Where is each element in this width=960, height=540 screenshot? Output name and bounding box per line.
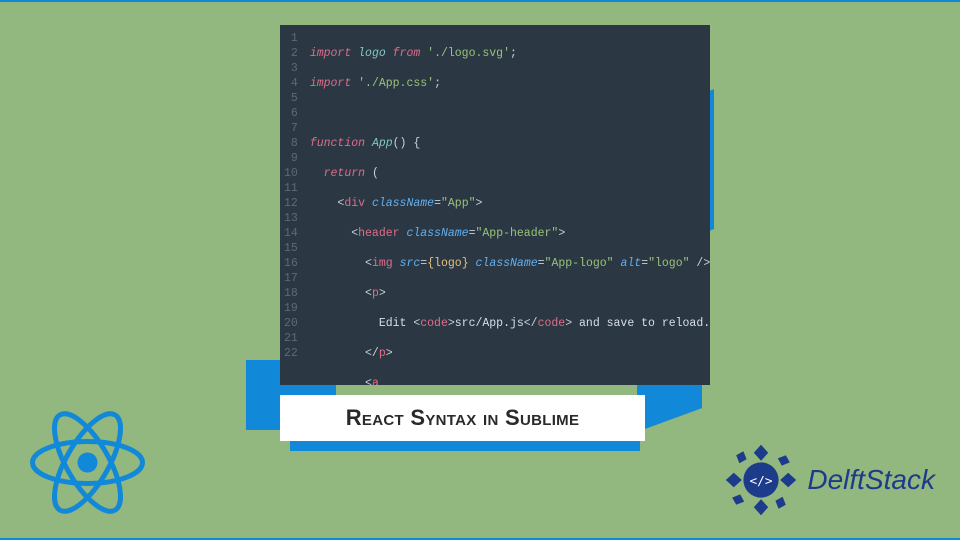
line-number: 21 [284,331,298,346]
line-number: 1 [284,31,298,46]
line-number: 7 [284,121,298,136]
top-border [0,0,960,2]
code-editor: 1 2 3 4 5 6 7 8 9 10 11 12 13 14 15 16 1… [280,25,710,385]
line-number: 9 [284,151,298,166]
line-number: 13 [284,211,298,226]
line-number: 2 [284,46,298,61]
brand-text: DelftStack [807,464,935,496]
line-number: 15 [284,241,298,256]
page-title: React Syntax in Sublime [280,395,645,441]
line-number: 3 [284,61,298,76]
line-number-gutter: 1 2 3 4 5 6 7 8 9 10 11 12 13 14 15 16 1… [280,25,306,385]
brand-logo: </> DelftStack [721,440,935,520]
line-number: 11 [284,181,298,196]
line-number: 20 [284,316,298,331]
line-number: 10 [284,166,298,181]
line-number: 12 [284,196,298,211]
line-number: 4 [284,76,298,91]
line-number: 19 [284,301,298,316]
line-number: 16 [284,256,298,271]
line-number: 6 [284,106,298,121]
brand-mark-icon: </> [721,440,801,520]
caption-container: React Syntax in Sublime [280,395,645,441]
react-logo-icon [30,405,145,520]
line-number: 17 [284,271,298,286]
line-number: 18 [284,286,298,301]
line-number: 14 [284,226,298,241]
svg-text:</>: </> [750,474,773,489]
line-number: 5 [284,91,298,106]
line-number: 22 [284,346,298,361]
line-number: 8 [284,136,298,151]
code-content: import logo from './logo.svg'; import '.… [306,25,710,385]
